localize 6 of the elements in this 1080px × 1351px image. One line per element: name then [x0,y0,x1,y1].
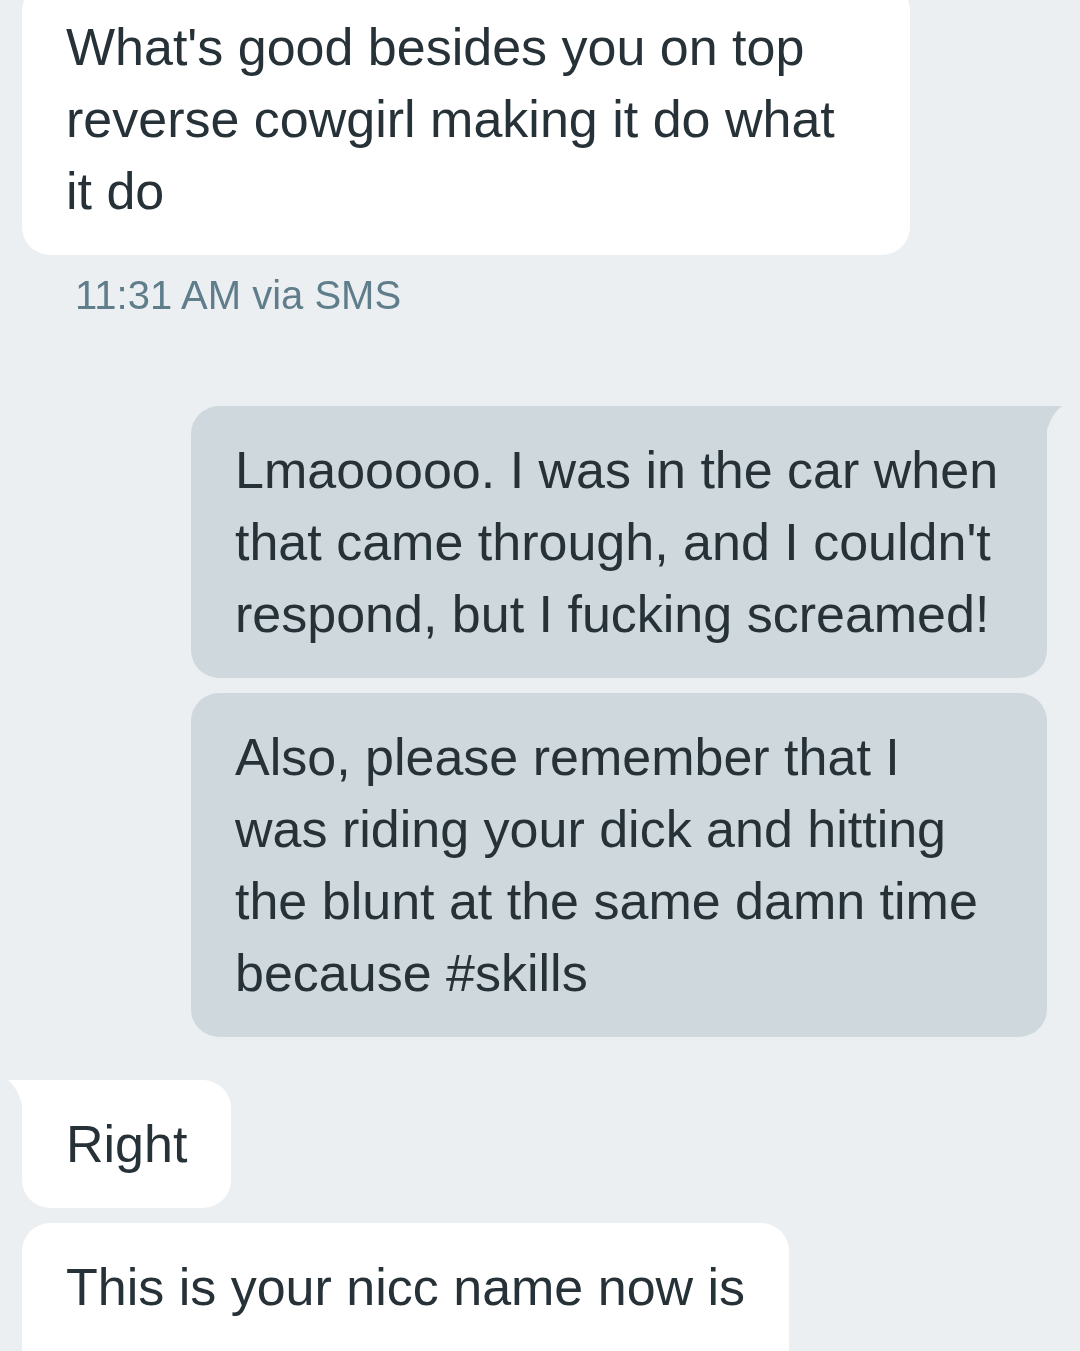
message-timestamp: 11:31 AM via SMS [75,273,402,317]
message-text: Also, please remember that I was riding your dick and hitting the blunt at the same damn time because #skills [235,727,979,1004]
message-text: This is your nicc name now is [66,1257,746,1318]
message-text: Lmaooooo. I was in the car when that came through, and I couldn't respond, but I fucking screamed! [235,440,1000,645]
message-text: What's good besides you on top reverse cowgirl making it do what it do [66,17,836,222]
message-text: Right [66,1114,188,1175]
